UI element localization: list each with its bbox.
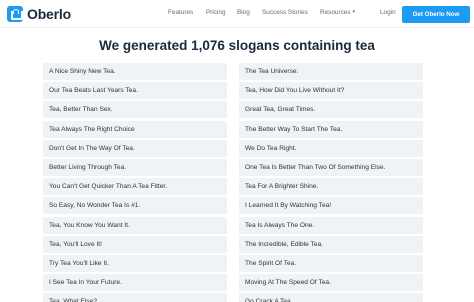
slogan-list-right: The Tea Universe. Tea, How Did You Live W… xyxy=(239,63,423,302)
nav-link-resources[interactable]: Resources ▾ xyxy=(320,9,355,16)
slogan-item[interactable]: Moving At The Speed Of Tea. xyxy=(239,274,423,292)
slogan-item[interactable]: Go Crack A Tea. xyxy=(239,293,423,302)
slogan-item[interactable]: Tea, How Did You Live Without It? xyxy=(239,82,423,100)
slogan-item[interactable]: Tea, You Know You Want It. xyxy=(43,216,227,234)
caret-down-icon: ▾ xyxy=(352,9,356,15)
nav-link-resources-label: Resources xyxy=(320,9,351,16)
slogan-item[interactable]: The Incredible, Edible Tea. xyxy=(239,235,423,253)
shopping-bag-icon xyxy=(7,6,23,22)
slogan-list-left: A Nice Shiny New Tea. Our Tea Beats Last … xyxy=(43,63,227,302)
slogan-item[interactable]: Tea, Better Than Sex. xyxy=(43,101,227,119)
page-title: We generated 1,076 slogans containing te… xyxy=(99,38,375,53)
brand-logo[interactable]: Oberlo xyxy=(7,6,71,22)
nav-link-login[interactable]: Login xyxy=(380,9,396,16)
slogan-item[interactable]: Try Tea You'll Like It. xyxy=(43,254,227,272)
slogan-item[interactable]: Great Tea, Great Times. xyxy=(239,101,423,119)
slogan-item[interactable]: Tea Always The Right Choice xyxy=(43,120,227,138)
brand-name: Oberlo xyxy=(27,6,71,22)
get-oberlo-now-button[interactable]: Get Oberlo Now xyxy=(402,6,470,23)
slogan-item[interactable]: One Tea Is Better Than Two Of Something … xyxy=(239,158,423,176)
slogan-item[interactable]: So Easy, No Wonder Tea Is #1. xyxy=(43,197,227,215)
slogan-item[interactable]: The Tea Universe. xyxy=(239,63,423,80)
slogan-item[interactable]: We Do Tea Right. xyxy=(239,139,423,157)
nav-link-success-stories[interactable]: Success Stories xyxy=(262,9,308,16)
slogan-item[interactable]: Tea For A Brighter Shine. xyxy=(239,178,423,196)
nav-link-blog[interactable]: Blog xyxy=(237,9,250,16)
slogan-item[interactable]: Don't Get In The Way Of Tea. xyxy=(43,139,227,157)
slogan-item[interactable]: Our Tea Beats Last Years Tea. xyxy=(43,82,227,100)
slogan-item[interactable]: Tea, What Else? xyxy=(43,293,227,302)
nav-link-pricing[interactable]: Pricing xyxy=(206,9,226,16)
nav-link-features[interactable]: Features xyxy=(168,9,193,16)
slogan-item[interactable]: The Spirit Of Tea. xyxy=(239,254,423,272)
slogan-item[interactable]: I See Tea In Your Future. xyxy=(43,274,227,292)
slogan-item[interactable]: I Learned It By Watching Tea! xyxy=(239,197,423,215)
top-navbar: Oberlo Features Pricing Blog Success Sto… xyxy=(0,0,474,28)
slogan-item[interactable]: The Better Way To Start The Tea. xyxy=(239,120,423,138)
slogan-item[interactable]: Better Living Through Tea. xyxy=(43,158,227,176)
slogan-item[interactable]: A Nice Shiny New Tea. xyxy=(43,63,227,80)
slogan-item[interactable]: Tea Is Always The One. xyxy=(239,216,423,234)
slogan-item[interactable]: Tea, You'll Love It! xyxy=(43,235,227,253)
slogan-item[interactable]: You Can't Get Quicker Than A Tea Fitter. xyxy=(43,178,227,196)
